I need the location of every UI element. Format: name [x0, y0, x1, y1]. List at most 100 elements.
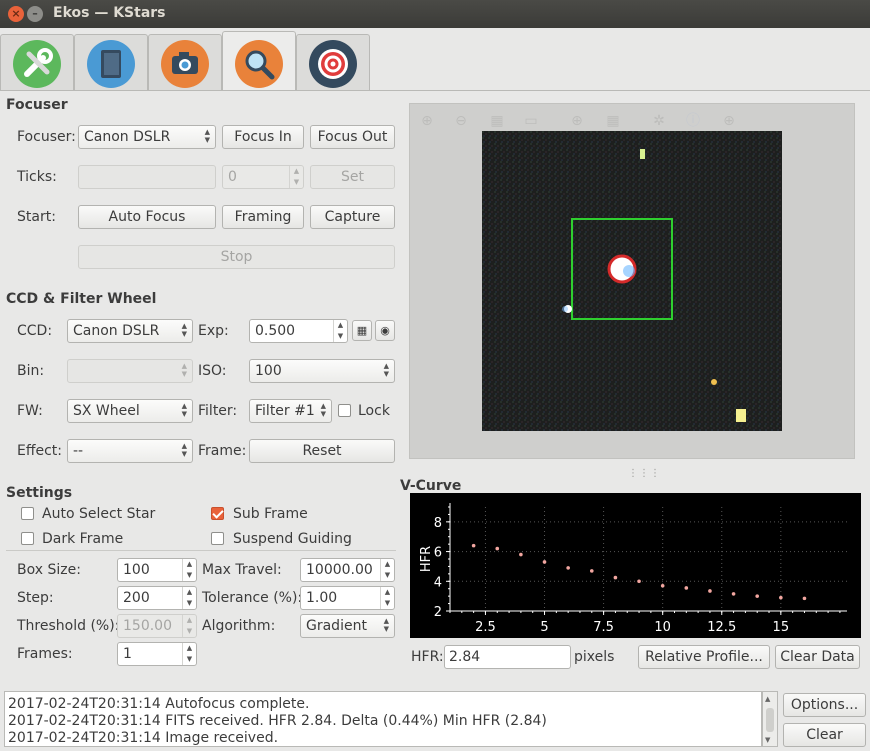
tab-capture[interactable] — [148, 34, 222, 90]
tab-setup[interactable] — [0, 34, 74, 90]
star-image[interactable] — [482, 131, 782, 431]
scroll-thumb[interactable] — [766, 708, 774, 732]
tab-scheduler[interactable] — [74, 34, 148, 90]
focuser-select[interactable]: Canon DSLR ▲ ▼ — [78, 125, 216, 149]
box-size-spinbox[interactable]: 100 ▲ ▼ — [117, 558, 197, 582]
zoom-fit-icon[interactable]: ▭ — [522, 112, 540, 130]
module-tabs — [0, 28, 870, 93]
data-point — [755, 594, 760, 598]
zoom-out-icon[interactable]: ⊖ — [452, 112, 470, 130]
threshold-spinbox[interactable]: 150.00 ▲ ▼ — [117, 614, 197, 638]
focus-out-button[interactable]: Focus Out — [310, 125, 395, 149]
data-point — [684, 586, 689, 590]
frames-spinbox[interactable]: 1 ▲ ▼ — [117, 642, 197, 666]
focus-in-button[interactable]: Focus In — [222, 125, 304, 149]
minimize-window-button[interactable]: – — [27, 6, 43, 22]
grid-icon[interactable]: ▦ — [604, 112, 622, 130]
filter-select[interactable]: Filter #1 ▲ ▼ — [249, 399, 332, 423]
ccd-select[interactable]: Canon DSLR ▲ ▼ — [67, 319, 193, 343]
ticks-spinbox[interactable]: 0 ▲ ▼ — [222, 165, 304, 189]
frame-label: Frame: — [198, 443, 247, 459]
algorithm-label: Algorithm: — [202, 618, 276, 634]
y-axis-label: HFR — [419, 546, 434, 572]
iso-select-value: 100 — [255, 363, 282, 379]
set-label: Set — [341, 169, 364, 185]
lock-filter-checkbox[interactable] — [338, 404, 351, 417]
max-travel-spinbox[interactable]: 10000.00 ▲ ▼ — [300, 558, 395, 582]
algorithm-select[interactable]: Gradient ▲ ▼ — [300, 614, 395, 638]
frame-settings-button[interactable]: ▦ — [352, 320, 372, 341]
title-bar: × – Ekos — KStars — [0, 0, 870, 28]
stop-label: Stop — [220, 249, 253, 265]
fw-label: FW: — [17, 403, 43, 419]
star-marker-icon[interactable]: ✲ — [650, 112, 668, 130]
updown-arrows-icon: ▲ ▼ — [181, 442, 187, 458]
x-tick-label: 7.5 — [593, 620, 614, 635]
y-tick-label: 4 — [434, 575, 442, 590]
effect-select[interactable]: -- ▲ ▼ — [67, 439, 193, 463]
scroll-up-icon[interactable]: ▲ — [765, 695, 770, 703]
filter-wheel-select[interactable]: SX Wheel ▲ ▼ — [67, 399, 193, 423]
dark-frame-label: Dark Frame — [42, 531, 124, 547]
focus-out-label: Focus Out — [317, 129, 388, 145]
stop-button[interactable]: Stop — [78, 245, 395, 269]
clear-data-button[interactable]: Clear Data — [775, 645, 860, 669]
data-point — [779, 595, 783, 600]
filter-select-value: Filter #1 — [255, 403, 315, 419]
ticks-field[interactable] — [78, 165, 216, 189]
bin-select[interactable]: ▲ ▼ — [67, 359, 193, 383]
spin-arrows-icon: ▲ ▼ — [380, 559, 394, 581]
box-size-value: 100 — [123, 562, 150, 578]
vcurve-chart[interactable]: 2 4 6 8 2.5 5 7.5 10 12.5 15 HFR — [410, 493, 861, 638]
exposure-spinbox[interactable]: 0.500 ▲ ▼ — [249, 319, 348, 343]
log-scrollbar[interactable]: ▲ ▼ — [762, 691, 778, 747]
dark-frame-checkbox[interactable] — [21, 532, 34, 545]
tolerance-label: Tolerance (%): — [202, 590, 303, 606]
x-tick-label: 12.5 — [707, 620, 736, 635]
focuser-label: Focuser: — [17, 129, 76, 145]
splitter-handle[interactable]: ⋮⋮⋮ — [628, 468, 661, 479]
tab-align[interactable] — [296, 34, 370, 90]
auto-focus-button[interactable]: Auto Focus — [78, 205, 216, 229]
threshold-label: Threshold (%): — [17, 618, 120, 634]
target-crosshair-icon[interactable]: ⊕ — [720, 112, 738, 130]
auto-select-star-label: Auto Select Star — [42, 506, 156, 522]
hfr-field[interactable]: 2.84 — [444, 645, 571, 669]
sub-frame-checkbox[interactable] — [211, 507, 224, 520]
info-icon[interactable]: ⓘ — [684, 112, 702, 130]
step-spinbox[interactable]: 200 ▲ ▼ — [117, 586, 197, 610]
updown-arrows-icon: ▲ ▼ — [383, 362, 389, 378]
framing-button[interactable]: Framing — [222, 205, 304, 229]
data-point — [637, 579, 641, 584]
framing-label: Framing — [234, 209, 292, 225]
preview-button[interactable]: ◉ — [375, 320, 395, 341]
ccd-select-value: Canon DSLR — [73, 323, 160, 339]
options-button[interactable]: Options... — [783, 693, 866, 717]
set-button[interactable]: Set — [310, 165, 395, 189]
reset-label: Reset — [302, 443, 342, 459]
frames-value: 1 — [123, 646, 132, 662]
suspend-guiding-checkbox[interactable] — [211, 532, 224, 545]
iso-select[interactable]: 100 ▲ ▼ — [249, 359, 395, 383]
log-output[interactable]: 2017-02-24T20:31:14 Autofocus complete. … — [4, 691, 762, 747]
zoom-in-icon[interactable]: ⊕ — [418, 112, 436, 130]
calendar-icon: ▦ — [356, 324, 368, 337]
reset-frame-button[interactable]: Reset — [249, 439, 395, 463]
clear-log-button[interactable]: Clear — [783, 723, 866, 747]
camera-icon — [161, 40, 209, 88]
zoom-default-icon[interactable]: ▦ — [488, 112, 506, 130]
close-window-button[interactable]: × — [8, 6, 24, 22]
updown-arrows-icon: ▲ ▼ — [204, 128, 210, 144]
x-tick-label: 2.5 — [475, 620, 496, 635]
tab-focus[interactable] — [222, 31, 296, 93]
updown-arrows-icon: ▲ ▼ — [181, 402, 187, 418]
relative-profile-button[interactable]: Relative Profile... — [638, 645, 770, 669]
auto-select-star-checkbox[interactable] — [21, 507, 34, 520]
crosshair-icon[interactable]: ⊕ — [568, 112, 586, 130]
y-tick-label: 8 — [434, 516, 442, 531]
fits-image-view[interactable]: ⊕ ⊖ ▦ ▭ ⊕ ▦ ✲ ⓘ ⊕ — [409, 103, 855, 459]
tolerance-spinbox[interactable]: 1.00 ▲ ▼ — [300, 586, 395, 610]
capture-button[interactable]: Capture — [310, 205, 395, 229]
scroll-down-icon[interactable]: ▼ — [765, 736, 770, 744]
filter-wheel-value: SX Wheel — [73, 403, 140, 419]
